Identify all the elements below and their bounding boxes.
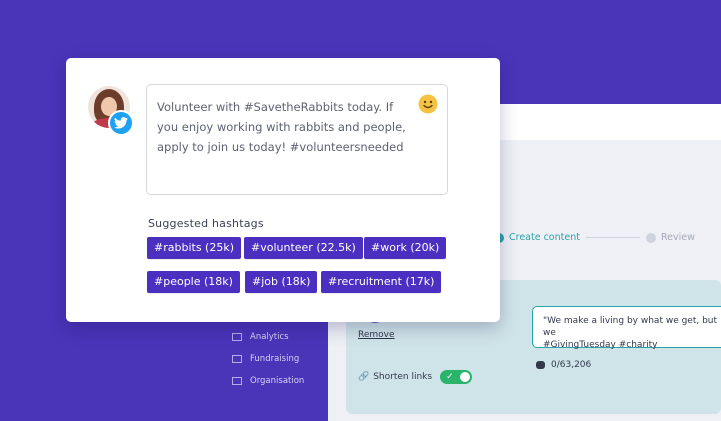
toggle-knob <box>460 372 471 382</box>
hashtag-chip[interactable]: #rabbits (25k) <box>147 237 241 259</box>
sidebar-item-label: Fundraising <box>250 354 300 364</box>
preview-line: "We make a living by what we get, but we <box>543 316 718 338</box>
check-icon: ✓ <box>446 372 454 382</box>
hashtag-chip[interactable]: #volunteer (22.5k) <box>244 237 363 259</box>
sidebar-item-label: Analytics <box>250 332 289 342</box>
profile-avatar <box>88 86 134 136</box>
fundraising-icon <box>232 355 242 363</box>
sidebar-item-organisation[interactable]: Organisation <box>232 376 304 386</box>
step-review[interactable]: Review <box>645 232 695 243</box>
smiley-icon[interactable] <box>418 94 438 114</box>
link-icon: 🔗 <box>358 372 370 382</box>
step-dot-icon <box>645 232 656 243</box>
analytics-icon <box>232 333 242 341</box>
shorten-links-row: 🔗 Shorten links ✓ <box>358 370 473 384</box>
post-preview-input[interactable]: "We make a living by what we get, but we… <box>532 306 721 350</box>
step-connector <box>585 237 640 238</box>
sidebar-item-label: Organisation <box>250 376 305 386</box>
hashtag-chip[interactable]: #job (18k) <box>245 271 318 293</box>
character-count: 0/63,206 <box>536 360 591 370</box>
remove-link[interactable]: Remove <box>358 330 395 340</box>
post-text-input[interactable]: Volunteer with #SavetheRabbits today. If… <box>146 84 448 195</box>
preview-line: #GivingTuesday #charity <box>543 340 658 350</box>
post-composer-card: Volunteer with #SavetheRabbits today. If… <box>66 58 500 322</box>
shorten-links-label: Shorten links <box>373 372 433 382</box>
step-create-content[interactable]: Create content <box>494 232 580 243</box>
hashtag-chip[interactable]: #people (18k) <box>147 271 240 293</box>
twitter-icon <box>108 110 134 136</box>
suggested-hashtags-label: Suggested hashtags <box>148 217 264 230</box>
comment-icon <box>536 361 545 369</box>
organisation-icon <box>232 377 242 385</box>
hashtag-chip[interactable]: #work (20k) <box>364 237 447 259</box>
sidebar-item-fundraising[interactable]: Fundraising <box>232 354 299 364</box>
shorten-links-toggle[interactable]: ✓ <box>440 370 473 384</box>
progress-steps: Create content Review <box>494 232 695 243</box>
sidebar-item-analytics[interactable]: Analytics <box>232 332 289 342</box>
hashtag-chip[interactable]: #recruitment (17k) <box>321 271 442 293</box>
